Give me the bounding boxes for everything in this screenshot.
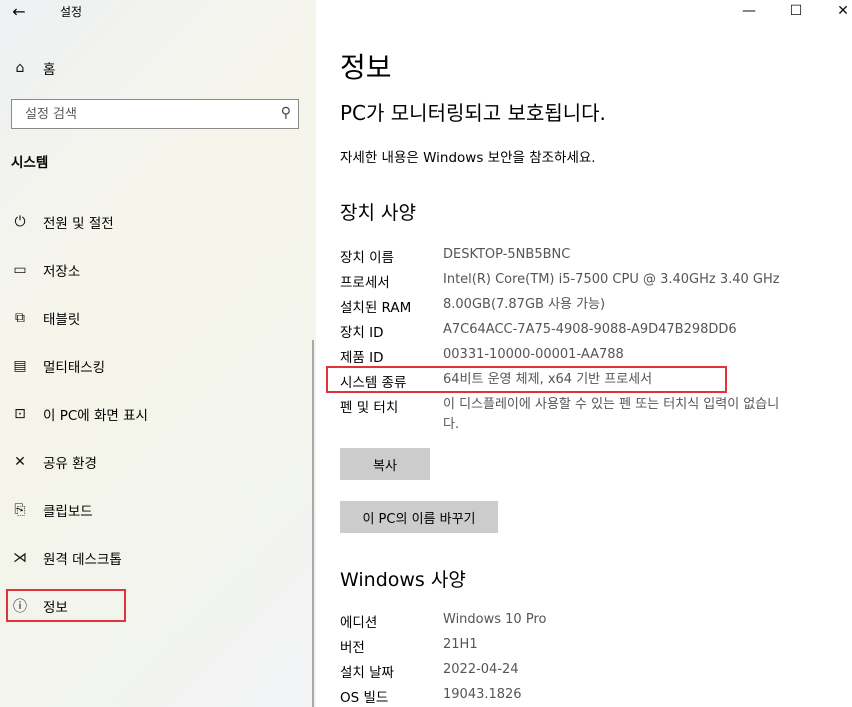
project-display-icon: ⊡ <box>14 406 26 422</box>
tablet-icon: ⧉ <box>15 310 25 326</box>
main-content: — ☐ ✕ 정보 PC가 모니터링되고 보호됩니다. 자세한 내용은 Windo… <box>316 0 852 707</box>
spec-label: 장치 ID <box>340 325 384 341</box>
spec-label: 펜 및 터치 <box>340 400 399 416</box>
spec-label: 제품 ID <box>340 350 384 366</box>
windows-specs-heading: Windows 사양 <box>340 569 466 591</box>
maximize-button[interactable]: ☐ <box>776 0 816 24</box>
sidebar-item-label: 이 PC에 화면 표시 <box>43 408 148 424</box>
page-title: 정보 <box>340 51 392 84</box>
sidebar-item-label: 저장소 <box>43 264 81 280</box>
spec-label: OS 빌드 <box>340 690 389 706</box>
search-box[interactable]: ⚲ <box>11 99 299 129</box>
spec-label: 장치 이름 <box>340 250 394 266</box>
spec-value: Windows 10 Pro <box>443 612 547 627</box>
sidebar-item-label: 공유 환경 <box>43 456 97 472</box>
spec-label: 에디션 <box>340 615 378 631</box>
spec-value: Intel(R) Core(TM) i5-7500 CPU @ 3.40GHz … <box>443 272 780 287</box>
storage-icon: ▭ <box>13 262 27 278</box>
search-input[interactable] <box>23 105 267 123</box>
sidebar-scrollbar[interactable] <box>312 340 314 707</box>
rename-pc-button[interactable]: 이 PC의 이름 바꾸기 <box>340 501 498 533</box>
spec-value: 이 디스플레이에 사용할 수 있는 펜 또는 터치식 입력이 없습니다. <box>443 397 780 432</box>
sidebar-item-label: 클립보드 <box>43 504 93 520</box>
spec-value: 19043.1826 <box>443 687 522 702</box>
remote-desktop-icon: ⋊ <box>13 550 27 566</box>
sidebar-item-label: 홈 <box>43 62 56 78</box>
share-icon: ✕ <box>14 454 26 470</box>
spec-label: 버전 <box>340 640 365 656</box>
back-arrow-icon[interactable]: ← <box>8 2 30 22</box>
minimize-button[interactable]: — <box>729 0 769 24</box>
spec-value: 2022-04-24 <box>443 662 519 677</box>
app-title: 설정 <box>60 5 83 19</box>
spec-value: 8.00GB(7.87GB 사용 가능) <box>443 297 606 312</box>
home-icon: ⌂ <box>15 60 25 76</box>
protection-status-title: PC가 모니터링되고 보호됩니다. <box>340 101 606 125</box>
sidebar-item-clipboard[interactable]: ⎘ 클립보드 <box>0 490 316 530</box>
spec-value: 21H1 <box>443 637 478 652</box>
highlight-box-about <box>6 589 126 622</box>
sidebar-item-home[interactable]: ⌂ 홈 <box>0 48 316 88</box>
sidebar-item-label: 원격 데스크톱 <box>43 552 122 568</box>
highlight-box-system-type <box>326 366 727 393</box>
power-icon: ⏻ <box>14 214 26 230</box>
sidebar-item-power[interactable]: ⏻ 전원 및 절전 <box>0 202 316 242</box>
sidebar-item-label: 멀티태스킹 <box>43 360 106 376</box>
sidebar-item-label: 전원 및 절전 <box>43 216 114 232</box>
close-button[interactable]: ✕ <box>823 0 852 24</box>
spec-label: 설치 날짜 <box>340 665 394 681</box>
sidebar-item-shared-experiences[interactable]: ✕ 공유 환경 <box>0 442 316 482</box>
sidebar-item-tablet[interactable]: ⧉ 태블릿 <box>0 298 316 338</box>
sidebar-item-remote-desktop[interactable]: ⋊ 원격 데스크톱 <box>0 538 316 578</box>
spec-value: DESKTOP-5NB5BNC <box>443 247 571 262</box>
multitasking-icon: ▤ <box>13 358 27 374</box>
spec-value: A7C64ACC-7A75-4908-9088-A9D47B298DD6 <box>443 322 737 337</box>
sidebar-item-multitasking[interactable]: ▤ 멀티태스킹 <box>0 346 316 386</box>
search-icon[interactable]: ⚲ <box>281 105 291 121</box>
sidebar-item-label: 태블릿 <box>43 312 81 328</box>
protection-status-link[interactable]: 자세한 내용은 Windows 보안을 참조하세요. <box>340 146 596 166</box>
sidebar: ← 설정 ⌂ 홈 ⚲ 시스템 ⏻ 전원 및 절전 ▭ 저장소 ⧉ 태블릿 ▤ 멀… <box>0 0 316 707</box>
spec-label: 프로세서 <box>340 275 390 291</box>
sidebar-item-storage[interactable]: ▭ 저장소 <box>0 250 316 290</box>
spec-value: 00331-10000-00001-AA788 <box>443 347 624 362</box>
clipboard-icon: ⎘ <box>14 502 26 518</box>
sidebar-item-projecting[interactable]: ⊡ 이 PC에 화면 표시 <box>0 394 316 434</box>
spec-label: 설치된 RAM <box>340 300 412 316</box>
copy-button[interactable]: 복사 <box>340 448 430 480</box>
device-specs-heading: 장치 사양 <box>340 202 416 224</box>
section-heading: 시스템 <box>11 155 49 171</box>
